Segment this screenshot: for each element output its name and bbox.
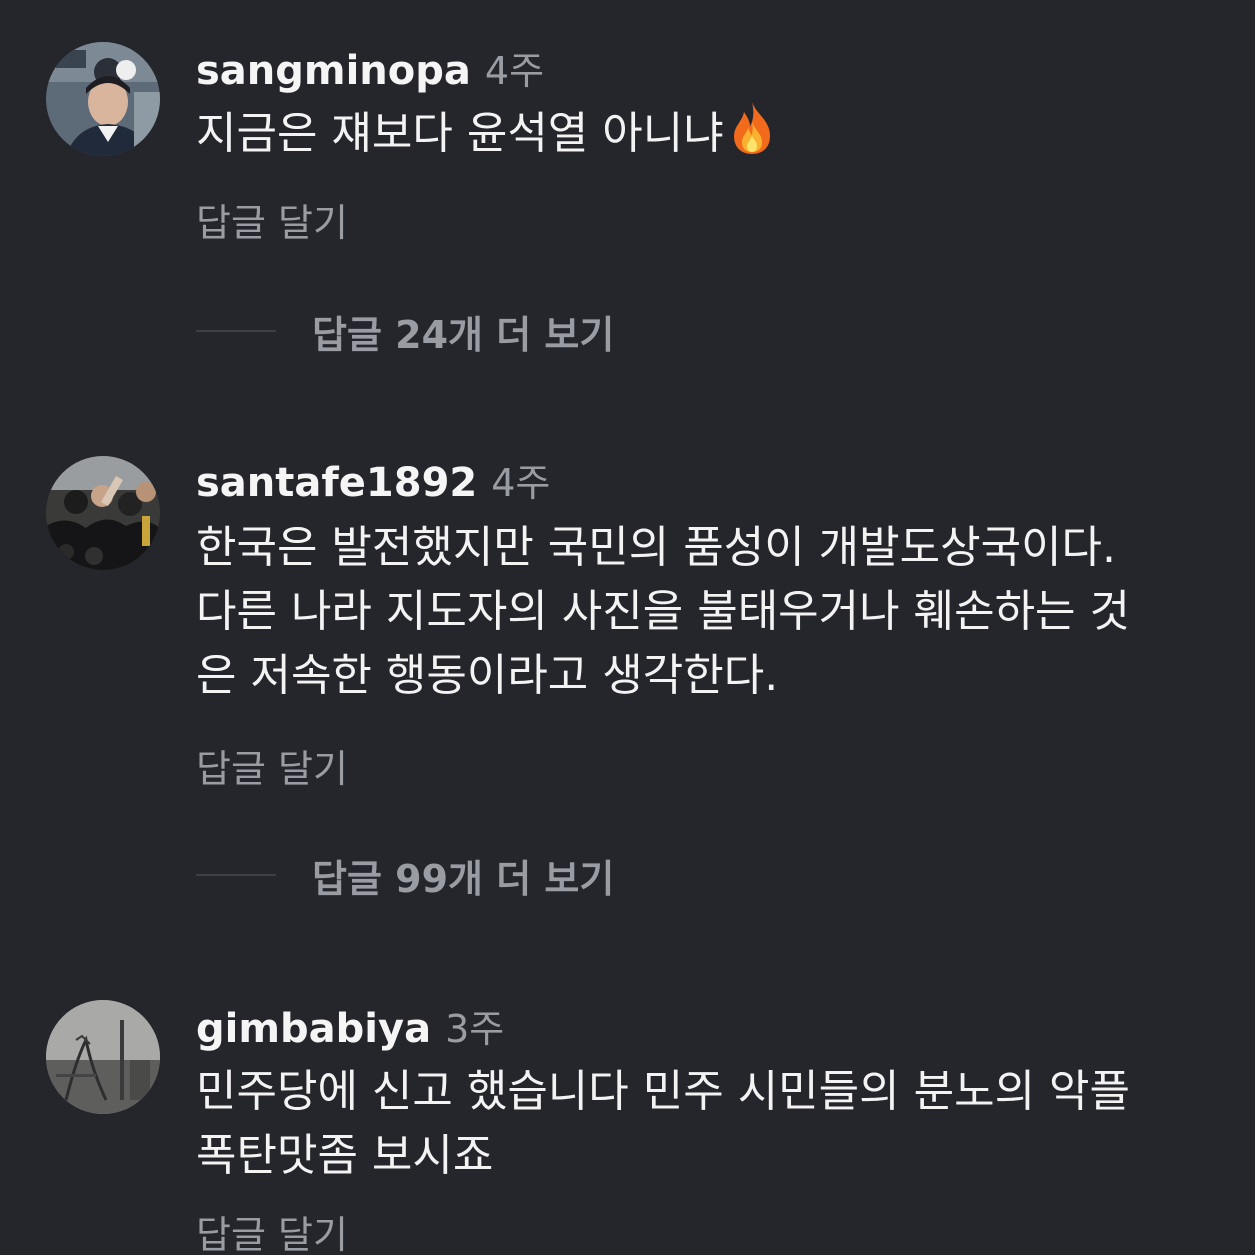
comment-line: 한국은 발전했지만 국민의 품성이 개발도상국이다. [196,522,1117,573]
username[interactable]: sangminopa [196,48,471,94]
divider-line [196,330,276,332]
reply-button[interactable]: 답글 달기 [196,1204,348,1255]
view-more-replies[interactable]: 답글 99개 더 보기 [196,848,614,903]
divider-line [196,874,276,876]
avatar-photo [46,42,160,156]
comment-text: 민주당에 신고 했습니다 민주 시민들의 분노의 악플 폭탄맛좀 보시죠 [196,1060,1226,1188]
comment-line: 폭탄맛좀 보시죠 [196,1130,494,1181]
comment-header: sangminopa 4주 [196,40,544,94]
view-more-replies[interactable]: 답글 24개 더 보기 [196,304,614,359]
comment-text: 지금은 쟤보다 윤석열 아니냐 [196,100,1226,174]
avatar-photo [46,456,160,570]
username[interactable]: gimbabiya [196,1006,431,1052]
comment-header: santafe1892 4주 [196,452,550,506]
avatar[interactable] [46,1000,160,1114]
avatar[interactable] [46,456,160,570]
view-more-replies-label[interactable]: 답글 99개 더 보기 [312,848,614,903]
comment-line: 은 저속한 행동이라고 생각한다. [196,650,779,701]
avatar-photo [46,1000,160,1114]
comment-line: 지금은 쟤보다 윤석열 아니냐 [196,108,724,159]
timestamp: 3주 [445,1007,505,1051]
username[interactable]: santafe1892 [196,460,477,506]
reply-button[interactable]: 답글 달기 [196,192,348,247]
comment-line: 다른 나라 지도자의 사진을 불태우거나 훼손하는 것 [196,586,1130,637]
avatar[interactable] [46,42,160,156]
fire-icon [728,100,776,174]
comment-text: 한국은 발전했지만 국민의 품성이 개발도상국이다. 다른 나라 지도자의 사진… [196,516,1226,708]
view-more-replies-label[interactable]: 답글 24개 더 보기 [312,304,614,359]
comment-line: 민주당에 신고 했습니다 민주 시민들의 분노의 악플 [196,1066,1130,1117]
timestamp: 4주 [491,461,551,505]
comment-header: gimbabiya 3주 [196,998,504,1052]
timestamp: 4주 [484,49,545,93]
reply-button[interactable]: 답글 달기 [196,738,348,793]
